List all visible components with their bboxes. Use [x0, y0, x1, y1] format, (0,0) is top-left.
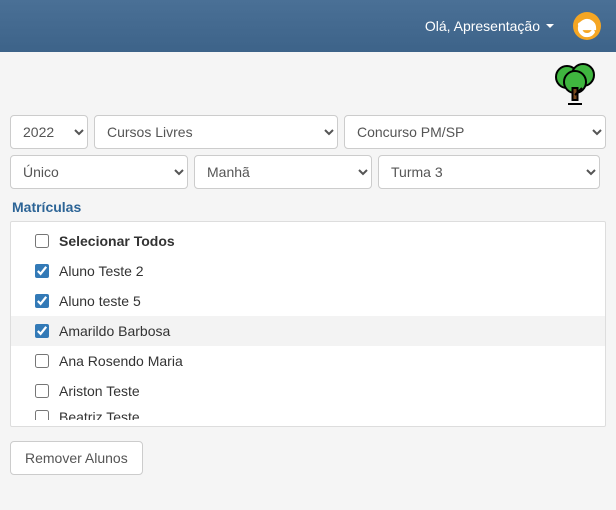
year-select[interactable]: 2022 [10, 115, 88, 149]
class-select[interactable]: Turma 3 [378, 155, 600, 189]
logo-row [0, 52, 616, 115]
student-checkbox[interactable] [35, 294, 49, 308]
remove-students-button[interactable]: Remover Alunos [10, 441, 143, 475]
select-all-label: Selecionar Todos [59, 233, 175, 249]
filters-row-1: 2022 Cursos Livres Concurso PM/SP [10, 115, 606, 149]
list-item[interactable]: Amarildo Barbosa [11, 316, 605, 346]
filters-row-2: Único Manhã Turma 3 [10, 155, 606, 189]
list-item[interactable]: Ariston Teste [11, 376, 605, 406]
course-select[interactable]: Cursos Livres [94, 115, 338, 149]
student-name: Aluno Teste 2 [59, 263, 144, 279]
student-checkbox[interactable] [35, 324, 49, 338]
student-checkbox[interactable] [35, 384, 49, 398]
section-title: Matrículas [12, 199, 606, 215]
select-all-checkbox[interactable] [35, 234, 49, 248]
unit-select[interactable]: Único [10, 155, 188, 189]
list-item[interactable]: Beatriz Teste [11, 406, 605, 420]
student-name: Ana Rosendo Maria [59, 353, 183, 369]
list-item[interactable]: Aluno teste 5 [11, 286, 605, 316]
target-select[interactable]: Concurso PM/SP [344, 115, 606, 149]
student-name: Amarildo Barbosa [59, 323, 170, 339]
tree-logo-icon [552, 62, 598, 109]
student-checkbox[interactable] [35, 354, 49, 368]
list-item[interactable]: Aluno Teste 2 [11, 256, 605, 286]
brand-e-icon [572, 11, 602, 41]
user-greeting: Olá, Apresentação [425, 18, 540, 34]
caret-down-icon [546, 24, 554, 28]
student-name: Aluno teste 5 [59, 293, 141, 309]
student-checkbox[interactable] [35, 410, 49, 421]
user-menu[interactable]: Olá, Apresentação [425, 18, 554, 34]
content: 2022 Cursos Livres Concurso PM/SP Único … [0, 115, 616, 489]
select-all-row[interactable]: Selecionar Todos [11, 226, 605, 256]
list-item[interactable]: Ana Rosendo Maria [11, 346, 605, 376]
shift-select[interactable]: Manhã [194, 155, 372, 189]
student-list: Selecionar Todos Aluno Teste 2 Aluno tes… [11, 222, 605, 424]
student-list-panel: Selecionar Todos Aluno Teste 2 Aluno tes… [10, 221, 606, 427]
student-name: Ariston Teste [59, 383, 140, 399]
student-checkbox[interactable] [35, 264, 49, 278]
student-name: Beatriz Teste [59, 409, 140, 421]
topbar: Olá, Apresentação [0, 0, 616, 52]
